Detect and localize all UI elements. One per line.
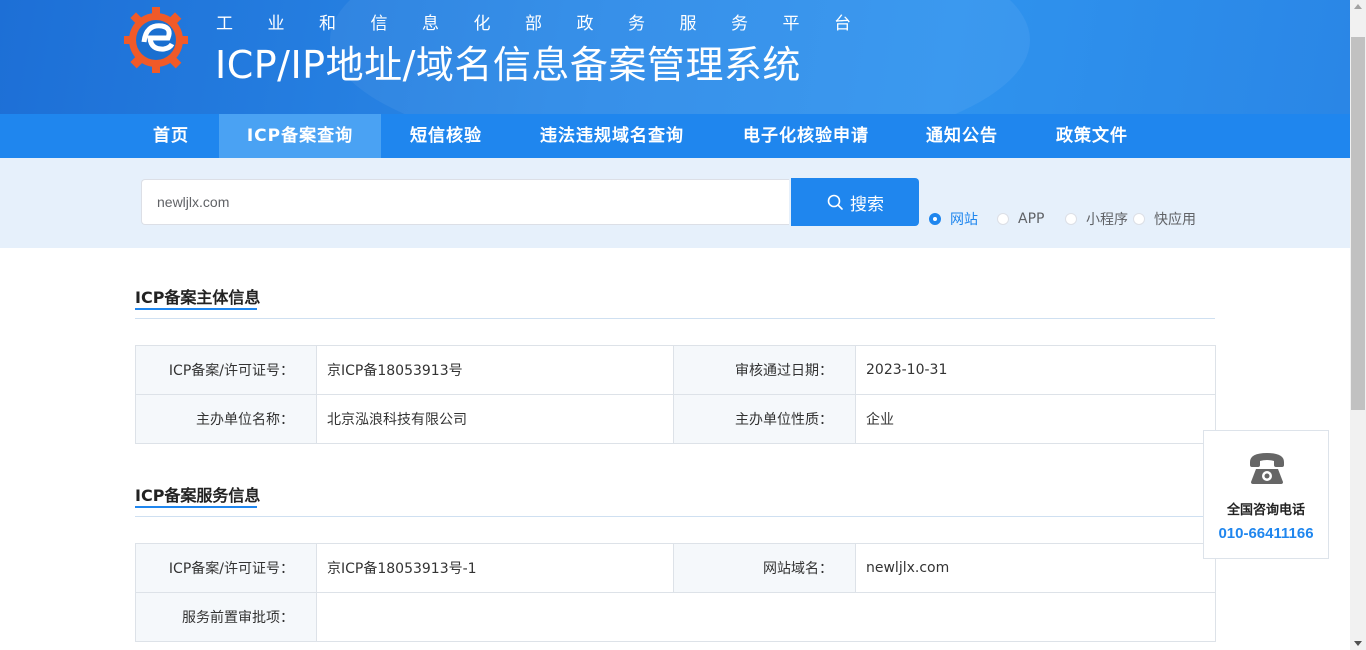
telephone-icon [1250,453,1284,484]
nav-sms-verify[interactable]: 短信核验 [400,114,492,158]
search-button-label: 搜索 [850,194,884,215]
header-title: ICP/IP地址/域名信息备案管理系统 [215,43,801,87]
value-domain: newljlx.com [855,543,1216,593]
radio-dot [1065,213,1077,225]
table-row: ICP备案/许可证号： 京ICP备18053913号-1 网站域名： newlj… [135,543,1216,593]
section-title-service: ICP备案服务信息 [135,486,261,505]
contact-widget[interactable]: 全国咨询电话 010-66411166 [1203,430,1329,559]
label-license-no: ICP备案/许可证号： [135,345,317,395]
radio-label: 小程序 [1086,212,1128,228]
nav-illegal-domain[interactable]: 违法违规域名查询 [530,114,694,158]
value-license-no: 京ICP备18053913号 [316,345,674,395]
radio-label: APP [1018,211,1045,227]
nav-home[interactable]: 首页 [140,114,202,158]
section-divider [135,318,1215,319]
nav-icp-query[interactable]: ICP备案查询 [219,114,381,158]
radio-dot [929,213,941,225]
radio-quickapp[interactable]: 快应用 [1133,210,1196,228]
label-service-license: ICP备案/许可证号： [135,543,317,593]
header-subtitle: 工业和信息化部政务服务平台 [216,14,886,34]
section-underline [135,506,257,508]
table-row: ICP备案/许可证号： 京ICP备18053913号 审核通过日期： 2023-… [135,345,1216,395]
value-service-license: 京ICP备18053913号-1 [316,543,674,593]
radio-app[interactable]: APP [997,210,1044,228]
scrollbar-thumb[interactable] [1351,37,1365,410]
section-underline [135,308,257,310]
value-org-name: 北京泓浪科技有限公司 [316,394,674,444]
scroll-down-icon[interactable] [1354,641,1362,646]
radio-miniprogram[interactable]: 小程序 [1065,210,1128,228]
radio-website[interactable]: 网站 [929,210,978,228]
site-header: 工业和信息化部政务服务平台 ICP/IP地址/域名信息备案管理系统 [0,0,1350,114]
radio-label: 快应用 [1154,212,1196,228]
scroll-up-icon[interactable] [1354,4,1362,9]
miit-logo[interactable] [124,2,188,76]
label-org-name: 主办单位名称： [135,394,317,444]
table-row: 主办单位名称： 北京泓浪科技有限公司 主办单位性质： 企业 [135,394,1216,444]
nav-e-verify[interactable]: 电子化核验申请 [733,114,879,158]
label-domain: 网站域名： [673,543,856,593]
section-divider [135,516,1215,517]
search-button[interactable]: 搜索 [791,178,919,226]
search-icon [827,194,843,210]
vertical-scrollbar[interactable] [1350,0,1366,650]
radio-dot [997,213,1009,225]
contact-label: 全国咨询电话 [1226,503,1305,518]
search-input[interactable] [141,179,789,225]
label-org-type: 主办单位性质： [673,394,856,444]
subject-info-table: ICP备案/许可证号： 京ICP备18053913号 审核通过日期： 2023-… [135,345,1216,444]
radio-dot [1133,213,1145,225]
value-approval-date: 2023-10-31 [855,345,1216,395]
main-nav: 首页 ICP备案查询 短信核验 违法违规域名查询 电子化核验申请 通知公告 政策… [0,114,1350,158]
section-title-subject: ICP备案主体信息 [135,288,261,307]
contact-number[interactable]: 010-66411166 [1204,525,1328,542]
table-row: 服务前置审批项： [135,592,1216,642]
service-info-table: ICP备案/许可证号： 京ICP备18053913号-1 网站域名： newlj… [135,543,1216,642]
value-pre-approval [316,592,1216,642]
label-pre-approval: 服务前置审批项： [135,592,317,642]
value-org-type: 企业 [855,394,1216,444]
nav-notices[interactable]: 通知公告 [917,114,1007,158]
radio-label: 网站 [950,212,978,228]
nav-policies[interactable]: 政策文件 [1046,114,1138,158]
label-approval-date: 审核通过日期： [673,345,856,395]
